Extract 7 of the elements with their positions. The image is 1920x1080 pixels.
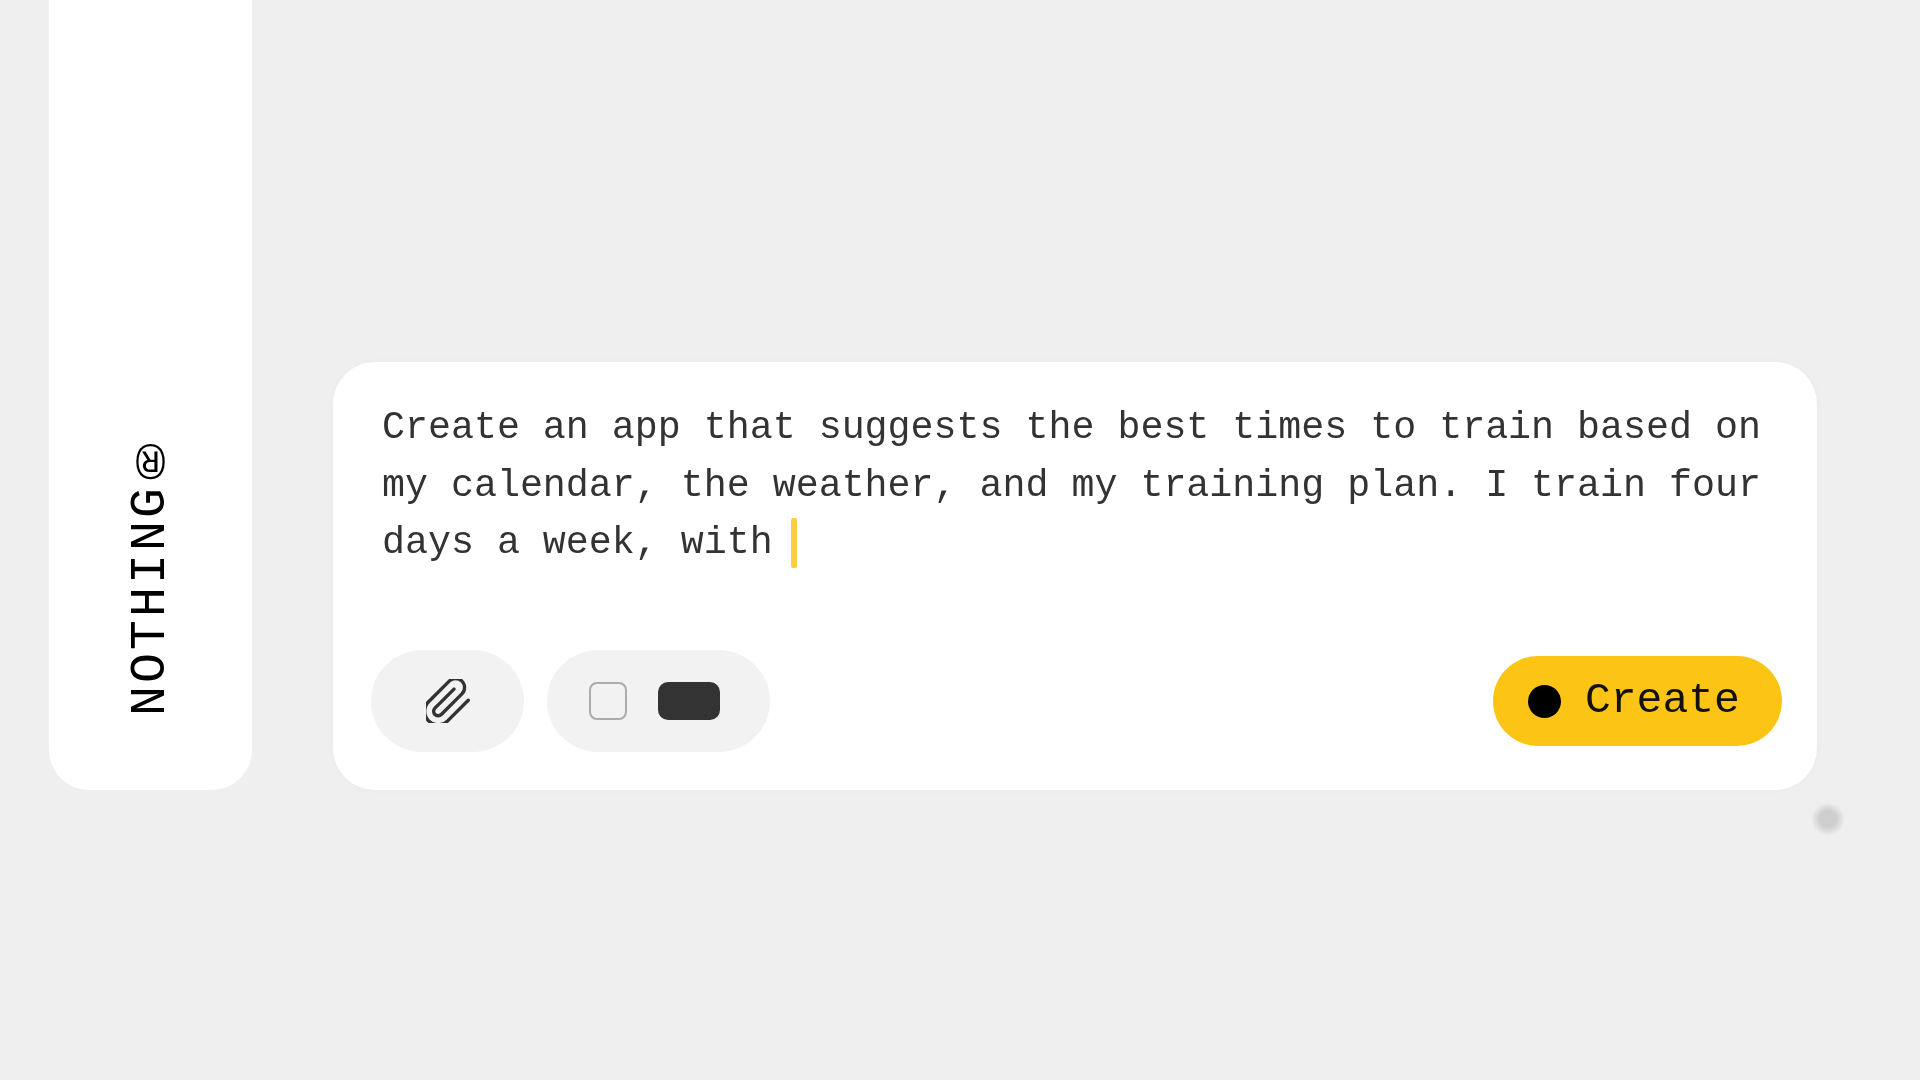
toggle-option[interactable] bbox=[658, 682, 720, 720]
dot-icon bbox=[1528, 684, 1561, 718]
prompt-field[interactable]: Create an app that suggests the best times to train based on my calendar, the weather, and my training plan. I train four days a week, with bbox=[371, 400, 1782, 573]
create-button[interactable]: Create bbox=[1493, 656, 1782, 746]
toggle-option[interactable] bbox=[589, 682, 627, 720]
logo-text: NOTHING® bbox=[131, 424, 170, 716]
paperclip-icon bbox=[425, 679, 470, 723]
